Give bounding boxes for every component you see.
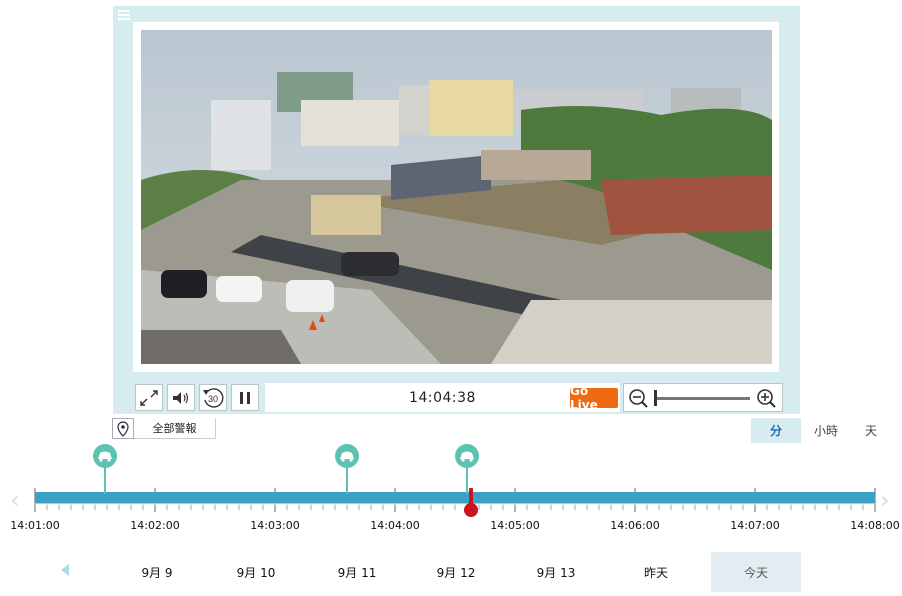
video-player: 30 14:04:38 Go Live — [113, 6, 800, 414]
vehicle-event-marker[interactable] — [455, 444, 479, 494]
pause-button[interactable] — [231, 384, 259, 411]
video-frame[interactable] — [133, 22, 779, 372]
go-live-button[interactable]: Go Live — [570, 384, 618, 412]
current-time: 14:04:38 — [265, 383, 620, 412]
tick-label: 14:08:00 — [850, 519, 900, 532]
tick-label: 14:03:00 — [250, 519, 300, 532]
fullscreen-button[interactable] — [135, 384, 163, 411]
zoom-slider-handle[interactable] — [654, 390, 657, 406]
tick-label: 14:06:00 — [610, 519, 660, 532]
rewind-seconds: 30 — [208, 394, 218, 404]
timeline-events — [93, 444, 479, 494]
date-item[interactable]: 9月 9 — [112, 552, 202, 592]
zoom-slider-track[interactable] — [656, 397, 750, 400]
timeline-bar — [35, 492, 875, 504]
tick-label: 14:05:00 — [490, 519, 540, 532]
vehicle-event-marker[interactable] — [93, 444, 117, 494]
speaker-icon — [173, 391, 189, 404]
location-pin-icon — [117, 420, 129, 437]
date-item[interactable]: 9月 12 — [411, 552, 501, 592]
date-item[interactable]: 9月 10 — [211, 552, 301, 592]
date-item[interactable]: 昨天 — [611, 552, 701, 592]
rewind-30-button[interactable]: 30 — [199, 384, 227, 411]
zoom-control — [623, 383, 783, 412]
fullscreen-icon — [140, 389, 158, 406]
date-item[interactable]: 9月 13 — [511, 552, 601, 592]
date-prev-arrow[interactable] — [61, 564, 69, 576]
rewind-icon: 30 — [203, 387, 224, 408]
vehicle-event-marker[interactable] — [335, 444, 359, 494]
volume-button[interactable] — [167, 384, 195, 411]
pause-icon — [240, 391, 250, 404]
date-item[interactable]: 9月 11 — [312, 552, 402, 592]
tick-label: 14:04:00 — [370, 519, 420, 532]
zoom-out-icon[interactable] — [628, 388, 650, 408]
tick-label: 14:02:00 — [130, 519, 180, 532]
date-item-today[interactable]: 今天 — [711, 552, 801, 592]
all-alerts-filter[interactable]: 全部警報 — [134, 418, 216, 439]
location-button[interactable] — [112, 418, 134, 439]
camera-view — [141, 30, 772, 364]
zoom-in-icon[interactable] — [756, 388, 778, 408]
menu-icon[interactable] — [118, 10, 130, 20]
tick-label: 14:01:00 — [10, 519, 60, 532]
tick-label: 14:07:00 — [730, 519, 780, 532]
